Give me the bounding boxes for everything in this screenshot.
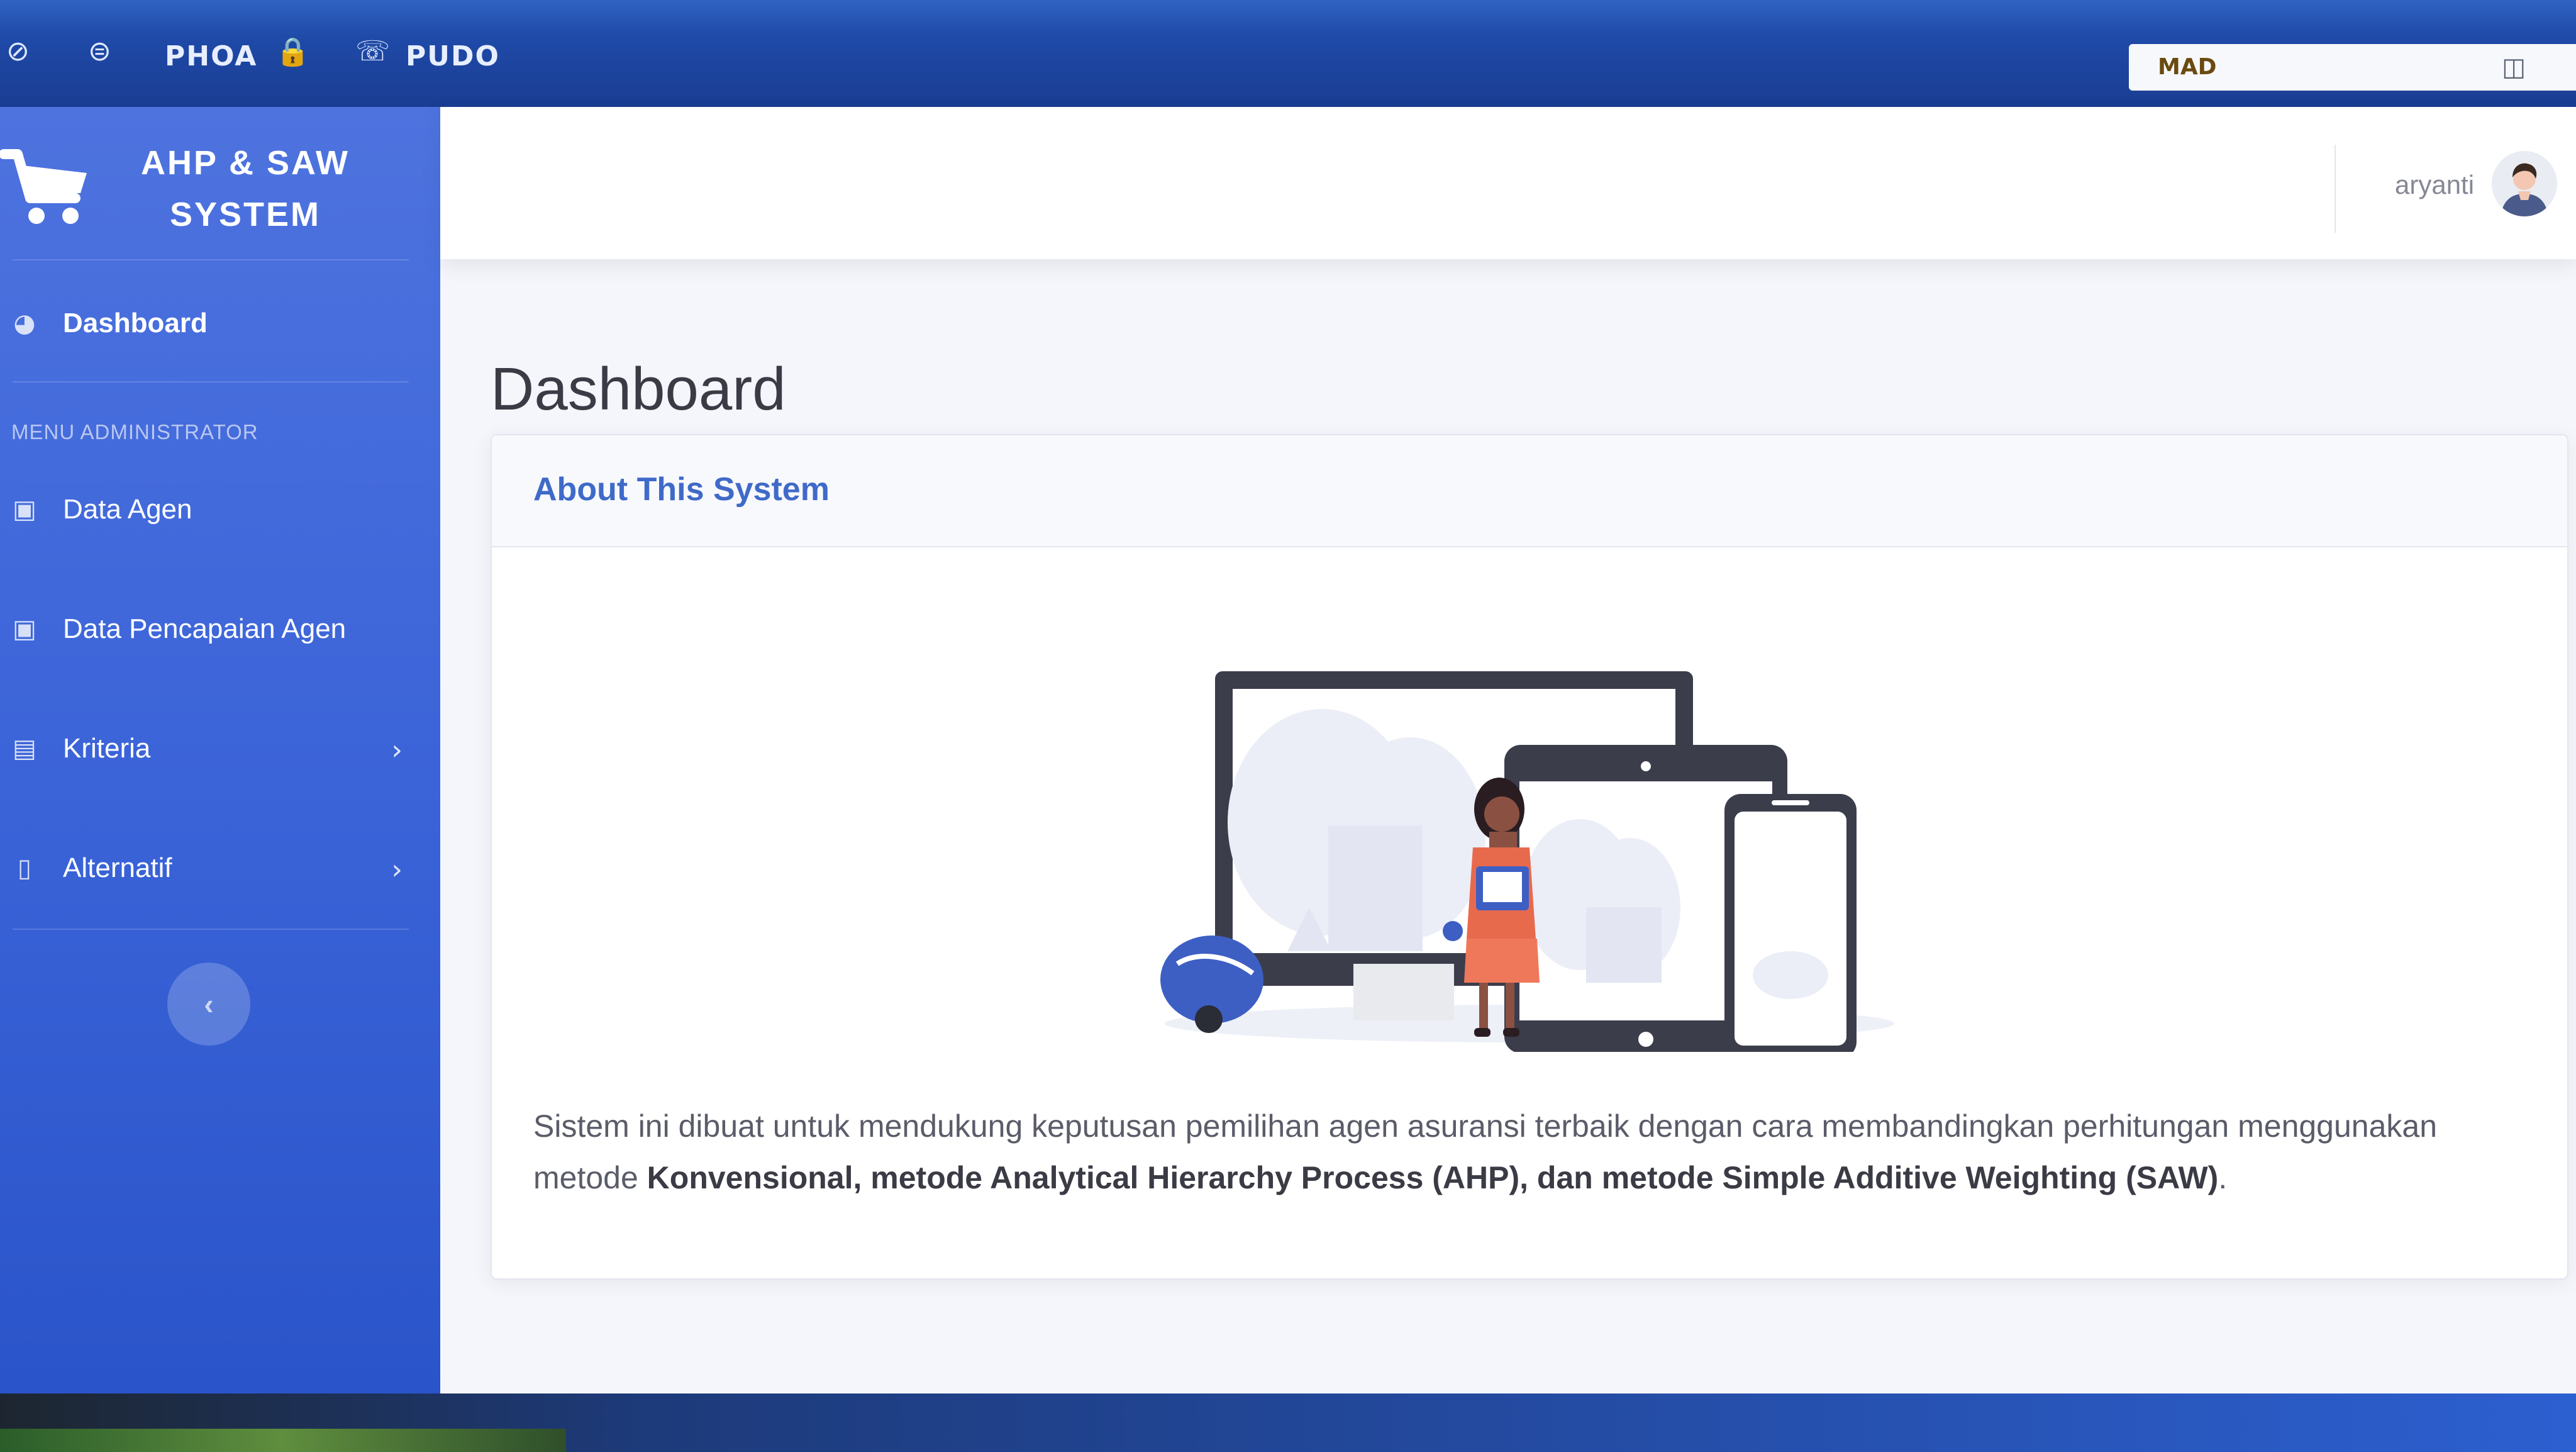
tab-label[interactable]: PHOA <box>165 40 257 72</box>
page-title: Dashboard <box>491 355 786 423</box>
clipboard-icon: ▤ <box>13 734 36 763</box>
app-icon[interactable]: ⊘ <box>6 35 30 67</box>
phone-icon[interactable]: ☏ <box>355 35 390 67</box>
tachometer-icon: ◕ <box>13 309 36 338</box>
tab-label[interactable]: PUDO <box>406 40 500 72</box>
browser-toolbar: ⊘ ⊜ PHOA 🔒 ☏ PUDO MAD ◫ <box>0 0 2576 107</box>
brand-title: AHP & SAW SYSTEM <box>140 144 350 233</box>
app-window: AHP & SAW SYSTEM ◕ Dashboard MENU ADMINI… <box>0 107 2576 1393</box>
card-title: About This System <box>533 471 830 508</box>
topbar-divider <box>2334 145 2336 233</box>
sidebar-toggle-button[interactable]: ‹ <box>167 963 250 1046</box>
id-card-icon: ▣ <box>13 615 36 644</box>
app-icon[interactable]: ⊜ <box>88 35 111 67</box>
system-description: Sistem ini dibuat untuk mendukung keputu… <box>533 1100 2533 1203</box>
address-text: MAD <box>2158 54 2217 80</box>
about-card: About This System Sistem ini dibuat untu… <box>491 434 2568 1280</box>
desktop-background <box>0 1429 566 1452</box>
sidebar-divider <box>13 381 409 383</box>
sidebar-brand[interactable]: AHP & SAW SYSTEM <box>0 107 440 259</box>
taskbar-strip <box>0 1393 2576 1452</box>
top-navbar: aryanti <box>440 107 2576 259</box>
chevron-right-icon: › <box>391 854 402 886</box>
sidebar-item-label: Dashboard <box>63 308 208 338</box>
address-bar[interactable]: MAD ◫ <box>2129 44 2576 91</box>
sidebar-item-dashboard[interactable]: ◕ Dashboard <box>0 289 440 358</box>
sidebar-item-label: Data Pencapaian Agen <box>63 613 347 644</box>
chevron-right-icon: › <box>391 734 402 766</box>
reader-icon[interactable]: ◫ <box>2502 53 2526 82</box>
sidebar-heading: MENU ADMINISTRATOR <box>11 420 258 444</box>
lock-icon: 🔒 <box>275 36 310 68</box>
sidebar-item-label: Data Agen <box>63 494 192 525</box>
sidebar-divider <box>13 929 409 930</box>
avatar[interactable] <box>2492 151 2557 216</box>
username[interactable]: aryanti <box>2395 170 2474 200</box>
sidebar-item-data-agen[interactable]: ▣ Data Agen <box>0 475 440 544</box>
description-end: . <box>2218 1160 2228 1195</box>
sidebar: AHP & SAW SYSTEM ◕ Dashboard MENU ADMINI… <box>0 107 440 1393</box>
devices-illustration <box>1152 612 1907 1058</box>
sidebar-item-data-pencapaian-agen[interactable]: ▣ Data Pencapaian Agen <box>0 595 440 664</box>
sidebar-item-label: Kriteria <box>63 733 151 764</box>
shopping-cart-icon <box>0 142 94 245</box>
id-card-icon: ▣ <box>13 495 36 524</box>
chevron-left-icon: ‹ <box>204 988 214 1020</box>
sidebar-item-label: Alternatif <box>63 852 172 883</box>
sidebar-item-alternatif[interactable]: ▯ Alternatif › <box>0 834 440 903</box>
description-methods: Konvensional, metode Analytical Hierarch… <box>647 1160 2219 1195</box>
id-badge-icon: ▯ <box>17 854 31 883</box>
sidebar-divider <box>13 259 409 260</box>
sidebar-item-kriteria[interactable]: ▤ Kriteria › <box>0 714 440 783</box>
card-header: About This System <box>492 435 2567 547</box>
